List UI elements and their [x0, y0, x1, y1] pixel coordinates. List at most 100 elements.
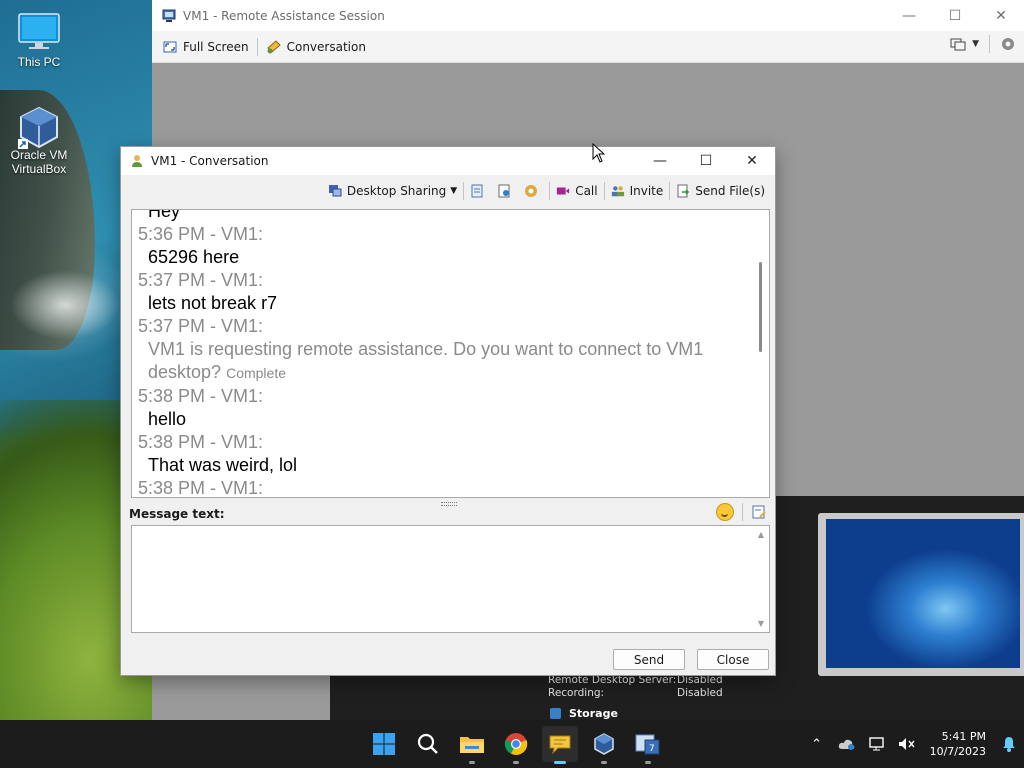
running-indicator: [469, 761, 475, 764]
send-files-button[interactable]: Send File(s): [672, 180, 769, 202]
clock-time: 5:41 PM: [941, 730, 986, 743]
remote-vm-info: Remote Desktop Server: Disabled Recording…: [548, 674, 723, 700]
info-document-icon: [498, 184, 510, 198]
scroll-up-icon[interactable]: ▲: [758, 530, 764, 539]
file-explorer-button[interactable]: [454, 726, 490, 764]
toolbar-separator: [669, 182, 671, 200]
running-indicator: [601, 761, 607, 764]
close-button[interactable]: ✕: [729, 147, 775, 175]
remote-vm-preview: [818, 513, 1024, 676]
desktop-icon-label: This PC: [17, 55, 61, 69]
mouse-cursor-icon: [592, 143, 606, 163]
desktop-icon-this-pc[interactable]: This PC: [2, 12, 76, 69]
options-button[interactable]: [520, 180, 547, 202]
close-conversation-button[interactable]: Close: [697, 649, 769, 670]
display-options-button[interactable]: ▼: [950, 37, 979, 51]
running-indicator: [645, 761, 651, 764]
cloud-icon[interactable]: [832, 737, 862, 751]
chrome-icon: [504, 733, 528, 755]
start-icon: [373, 733, 395, 755]
notes-button[interactable]: [466, 180, 493, 202]
invite-button[interactable]: Invite: [607, 180, 668, 202]
desktop-sharing-icon: [328, 185, 342, 197]
minimize-button[interactable]: —: [886, 0, 932, 31]
desktop-icon-label-line2: VirtualBox: [11, 162, 67, 176]
desktop-sharing-label: Desktop Sharing: [346, 184, 447, 198]
conversation-label: Conversation: [286, 39, 366, 54]
message-text-label: Message text:: [129, 507, 225, 521]
settings-icon[interactable]: [1000, 36, 1016, 52]
remote-assistance-icon: [162, 9, 176, 22]
full-screen-button[interactable]: Full Screen: [156, 35, 255, 59]
emoticon-icon[interactable]: [716, 503, 734, 521]
toolbar-separator: [742, 503, 743, 521]
maximize-button[interactable]: ☐: [683, 147, 729, 175]
message-body: Hey: [148, 209, 181, 221]
taskbar: 7 ⌃ 5:41 PM 10/7/2023: [0, 720, 1024, 768]
send-file-icon: [677, 184, 690, 198]
ra-titlebar[interactable]: VM1 - Remote Assistance Session — ☐ ✕: [152, 0, 1024, 31]
close-button[interactable]: ✕: [978, 0, 1024, 31]
remote-assistance-icon: 7: [635, 734, 660, 755]
call-button[interactable]: Call: [552, 180, 601, 202]
display-icon: [950, 38, 966, 51]
chat-history[interactable]: Hey 5:36 PM - VM1: 65296 here 5:37 PM - …: [131, 209, 770, 498]
message-header: 5:38 PM - VM1:: [138, 432, 264, 452]
splitter-grip[interactable]: [441, 502, 457, 506]
message-input-box[interactable]: ▲ ▼: [131, 525, 770, 633]
clock[interactable]: 5:41 PM 10/7/2023: [930, 729, 986, 759]
conversation-icon: [549, 735, 571, 755]
minimize-button[interactable]: —: [637, 147, 683, 175]
search-icon: [417, 733, 438, 754]
conversation-icon: [266, 39, 281, 53]
message-header: 5:37 PM - VM1:: [138, 316, 264, 336]
chrome-button[interactable]: [498, 726, 534, 764]
scroll-down-icon[interactable]: ▼: [758, 619, 764, 628]
scrollbar-thumb[interactable]: [759, 262, 762, 352]
message-body: hello: [148, 409, 187, 429]
format-text-icon[interactable]: [751, 504, 767, 520]
message-tools: [716, 503, 767, 521]
notification-bell-icon[interactable]: [994, 736, 1024, 752]
conversation-titlebar[interactable]: VM1 - Conversation — ☐ ✕: [121, 147, 775, 175]
system-tray: ⌃ 5:41 PM 10/7/2023: [802, 720, 1024, 768]
invite-label: Invite: [629, 184, 664, 198]
info-button[interactable]: [493, 180, 520, 202]
message-body: That was weird, lol: [148, 455, 298, 475]
desktop-sharing-button[interactable]: Desktop Sharing ▼: [324, 180, 461, 202]
message-body: lets not break r7: [148, 293, 278, 313]
ra-toolbar: Full Screen Conversation ▼: [152, 31, 1024, 63]
message-header: 5:38 PM - VM1:: [138, 386, 264, 406]
remote-assistance-taskbar-button[interactable]: 7: [630, 726, 666, 764]
chevron-up-icon[interactable]: ⌃: [802, 737, 832, 752]
maximize-button[interactable]: ☐: [932, 0, 978, 31]
running-indicator: [513, 761, 519, 764]
toolbar-separator: [549, 182, 551, 200]
volume-muted-icon[interactable]: [892, 737, 922, 751]
monitor-icon: [16, 12, 62, 52]
system-message: VM1 is requesting remote assistance. Do …: [138, 338, 748, 385]
chat-scrollbar[interactable]: [753, 210, 769, 497]
info-key: Recording:: [548, 687, 605, 699]
message-header: 5:38 PM - VM1:: [138, 478, 264, 498]
virtualbox-taskbar-button[interactable]: [586, 726, 622, 764]
gear-icon: [525, 185, 538, 197]
send-button[interactable]: Send: [613, 649, 685, 670]
chevron-down-icon: ▼: [972, 39, 979, 49]
message-input[interactable]: [134, 528, 753, 632]
call-label: Call: [575, 184, 598, 198]
invite-users-icon: [611, 186, 624, 197]
search-button[interactable]: [410, 726, 446, 762]
network-icon[interactable]: [862, 737, 892, 751]
virtualbox-icon: [594, 733, 614, 755]
start-button[interactable]: [366, 726, 402, 762]
desktop-icon-virtualbox[interactable]: Oracle VM VirtualBox: [2, 105, 76, 176]
conversation-taskbar-button[interactable]: [542, 726, 578, 764]
input-scrollbar[interactable]: ▲ ▼: [753, 526, 769, 632]
conversation-button[interactable]: Conversation: [260, 35, 372, 59]
chat-messages: Hey 5:36 PM - VM1: 65296 here 5:37 PM - …: [138, 209, 748, 498]
document-icon: [471, 184, 483, 198]
message-header: 5:36 PM - VM1:: [138, 224, 264, 244]
svg-text:7: 7: [649, 744, 655, 754]
storage-section-header: Storage: [550, 707, 618, 720]
